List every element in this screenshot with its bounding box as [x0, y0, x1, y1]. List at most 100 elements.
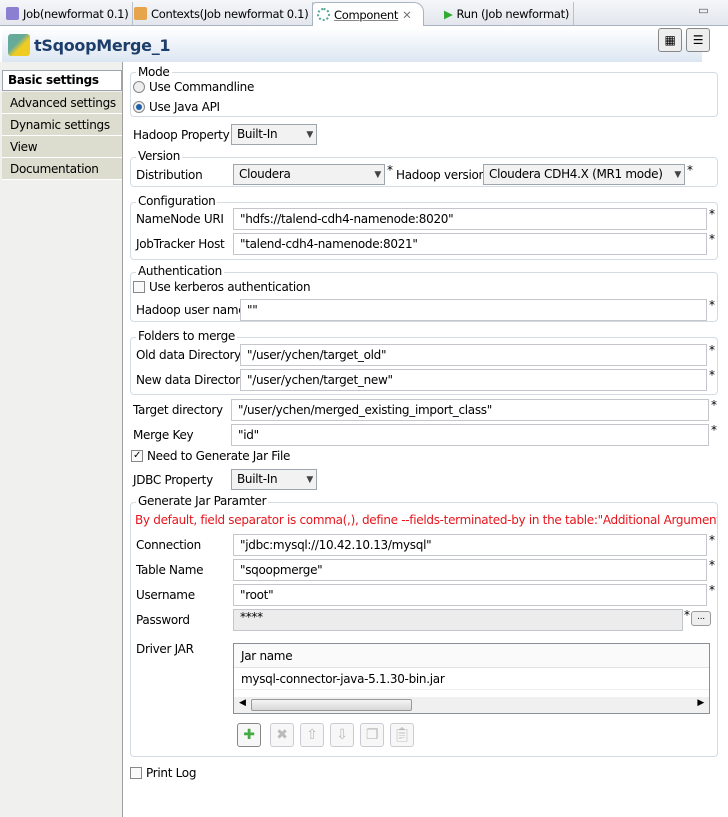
add-row-button[interactable]: ✚	[237, 723, 261, 747]
namenode-label: NameNode URI	[136, 212, 224, 226]
scroll-left-icon[interactable]: ◀	[239, 698, 246, 708]
authentication-legend: Authentication	[136, 264, 224, 278]
minimize-icon[interactable]: ▭	[698, 3, 709, 17]
hadoop-user-label: Hadoop user name	[136, 303, 246, 317]
run-icon: ▶	[444, 6, 453, 21]
jobtracker-host-input[interactable]: "talend-cdh4-namenode:8021"	[233, 233, 707, 255]
connection-input[interactable]: "jdbc:mysql://10.42.10.13/mysql"	[233, 534, 707, 556]
hadoop-property-select[interactable]: Built-In ▼	[231, 124, 317, 145]
settings-sidebar: Basic settings Advanced settings Dynamic…	[0, 62, 123, 817]
connection-label: Connection	[136, 538, 201, 552]
java-api-radio[interactable]	[133, 101, 145, 113]
sidebar-item-dynamic-settings[interactable]: Dynamic settings	[2, 114, 122, 136]
list-layout-button[interactable]: ☰	[686, 28, 710, 52]
horizontal-scrollbar[interactable]: ◀ ▶	[234, 697, 709, 713]
need-jar-checkbox[interactable]: ✓	[131, 450, 143, 462]
hadoop-property-label: Hadoop Property	[133, 128, 230, 142]
job-icon	[6, 7, 19, 20]
target-dir-label: Target directory	[133, 403, 223, 417]
sidebar-item-basic-settings[interactable]: Basic settings	[2, 70, 122, 91]
target-dir-input[interactable]: "/user/ychen/merged_existing_import_clas…	[231, 399, 709, 421]
required-mark: *	[709, 343, 715, 357]
print-log-checkbox[interactable]	[130, 767, 142, 779]
sidebar-item-view[interactable]: View	[2, 136, 122, 158]
folders-legend: Folders to merge	[136, 329, 238, 343]
table-name-label: Table Name	[136, 563, 204, 577]
chevron-down-icon: ▼	[306, 475, 313, 485]
table-row[interactable]: mysql-connector-java-5.1.30-bin.jar	[234, 668, 709, 690]
required-mark: *	[709, 533, 715, 547]
driver-jar-label: Driver JAR	[136, 642, 194, 656]
new-dir-label: New data Directory	[136, 373, 247, 387]
remove-row-button[interactable]: ✖	[270, 723, 294, 747]
required-mark: *	[709, 298, 715, 312]
jar-name-column-header[interactable]: Jar name	[234, 644, 709, 668]
sidebar-item-documentation[interactable]: Documentation	[2, 158, 122, 180]
generate-jar-legend: Generate Jar Paramter	[136, 494, 269, 508]
grid-layout-button[interactable]: ▦	[658, 28, 682, 52]
password-label: Password	[136, 613, 190, 627]
distribution-label: Distribution	[136, 168, 203, 182]
chevron-down-icon: ▼	[674, 170, 681, 180]
print-log-label: Print Log	[146, 766, 197, 780]
mode-legend: Mode	[136, 65, 172, 79]
contexts-icon	[134, 7, 147, 20]
new-dir-input[interactable]: "/user/ychen/target_new"	[240, 369, 707, 391]
required-mark: *	[711, 398, 717, 412]
kerberos-checkbox[interactable]	[133, 281, 145, 293]
distribution-value: Cloudera	[239, 167, 291, 181]
tab-contexts[interactable]: Contexts(Job newformat 0.1)	[130, 2, 314, 25]
java-api-label: Use Java API	[149, 100, 220, 114]
editor-tab-bar: Job(newformat 0.1) Contexts(Job newforma…	[0, 0, 728, 26]
component-icon	[317, 8, 330, 21]
required-mark: *	[684, 608, 690, 622]
required-mark: *	[709, 558, 715, 572]
username-input[interactable]: "root"	[233, 584, 707, 606]
jdbc-property-select[interactable]: Built-In ▼	[231, 469, 317, 490]
merge-key-input[interactable]: "id"	[231, 424, 709, 446]
version-legend: Version	[136, 149, 183, 163]
tab-job[interactable]: Job(newformat 0.1)	[2, 2, 134, 25]
hadoop-version-select[interactable]: Cloudera CDH4.X (MR1 mode) ▼	[483, 164, 685, 185]
chevron-down-icon: ▼	[306, 130, 313, 140]
tab-component[interactable]: Component ✕	[312, 2, 424, 26]
scroll-right-icon[interactable]: ▶	[697, 698, 704, 708]
required-mark: *	[709, 583, 715, 597]
copy-button[interactable]: ❐	[360, 723, 384, 747]
merge-key-label: Merge Key	[133, 428, 194, 442]
close-icon[interactable]: ✕	[402, 8, 412, 22]
sidebar-item-advanced-settings[interactable]: Advanced settings	[2, 92, 122, 114]
commandline-radio[interactable]	[133, 81, 145, 93]
hadoop-version-label: Hadoop version	[396, 168, 486, 182]
scrollbar-thumb[interactable]	[251, 699, 412, 711]
hadoop-user-input[interactable]: ""	[240, 299, 707, 321]
commandline-label: Use Commandline	[149, 80, 255, 94]
password-edit-button[interactable]: ...	[691, 611, 711, 626]
password-input[interactable]: ****	[233, 609, 683, 631]
namenode-uri-input[interactable]: "hdfs://talend-cdh4-namenode:8020"	[233, 208, 707, 230]
separator-warning: By default, field separator is comma(,),…	[135, 513, 717, 527]
old-dir-label: Old data Directory	[136, 348, 241, 362]
required-mark: *	[709, 207, 715, 221]
need-jar-label: Need to Generate Jar File	[147, 449, 291, 463]
component-title: tSqoopMerge_1	[34, 35, 171, 55]
component-header: tSqoopMerge_1	[2, 28, 702, 62]
jobtracker-label: JobTracker Host	[136, 237, 225, 251]
hadoop-version-value: Cloudera CDH4.X (MR1 mode)	[489, 167, 663, 181]
move-down-button[interactable]: ⇩	[330, 723, 354, 747]
username-label: Username	[136, 588, 195, 602]
required-mark: *	[687, 163, 693, 177]
jdbc-property-label: JDBC Property	[133, 473, 213, 487]
required-mark: *	[711, 423, 717, 437]
paste-button[interactable]: 📋︎	[390, 723, 414, 747]
old-dir-input[interactable]: "/user/ychen/target_old"	[240, 344, 707, 366]
required-mark: *	[709, 232, 715, 246]
tab-run[interactable]: ▶ Run (Job newformat)	[440, 2, 575, 25]
configuration-legend: Configuration	[136, 194, 218, 208]
hadoop-property-value: Built-In	[237, 127, 278, 141]
move-up-button[interactable]: ⇧	[300, 723, 324, 747]
sqoop-component-icon	[8, 34, 30, 56]
required-mark: *	[387, 163, 393, 177]
distribution-select[interactable]: Cloudera ▼	[233, 164, 385, 185]
table-name-input[interactable]: "sqoopmerge"	[233, 559, 707, 581]
